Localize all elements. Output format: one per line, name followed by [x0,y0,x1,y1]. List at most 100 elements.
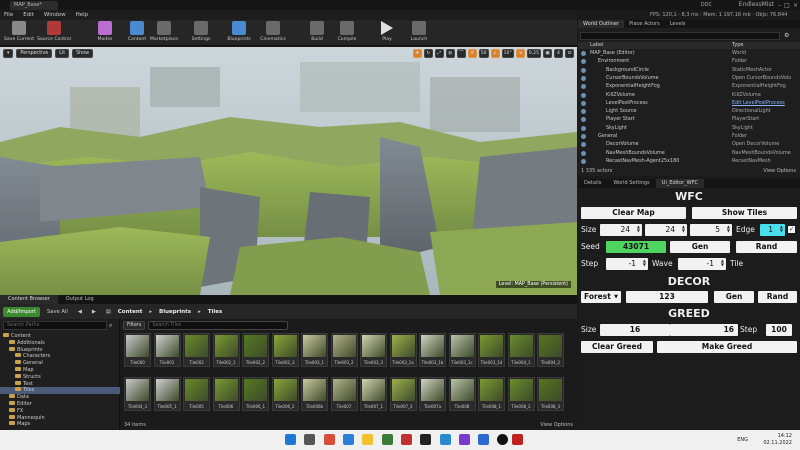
greed-size-x-input[interactable]: 16 [600,324,670,336]
menu-window[interactable]: Window [44,12,66,18]
toolbar-build-button[interactable]: Build [300,21,334,45]
folder-tree-item[interactable]: Blueprints [0,346,120,354]
asset-tile[interactable]: Tile005 [183,377,210,411]
app-icon[interactable] [401,434,412,445]
lit-button[interactable]: Lit [55,49,70,58]
asset-tile[interactable]: Tile006_1 [242,377,269,411]
clear-map-button[interactable]: Clear Map [581,207,686,219]
filters-button[interactable]: Filters [123,321,146,330]
menu-help[interactable]: Help [76,12,89,18]
tab-place-actors[interactable]: Place Actors [624,20,665,28]
scale-snap-icon[interactable]: ⇲ [515,49,525,58]
asset-tile[interactable]: Tile008 [448,377,476,411]
seed-input[interactable]: 43071 [606,241,666,253]
outliner-row[interactable]: ExponentialHeightFog ExponentialHeightFog [578,83,800,90]
asset-tile[interactable]: Tile004_2 [537,333,564,367]
outliner-search-input[interactable] [580,32,780,40]
outliner-view-options-button[interactable]: View Options [763,167,796,176]
maximize-viewport-icon[interactable]: ⊡ [565,49,574,58]
world-local-icon[interactable]: ◍ [445,49,455,58]
chrome-icon[interactable] [324,434,335,445]
decor-seed-input[interactable]: 123 [626,291,708,303]
outliner-row[interactable]: LevelPostProcess Edit LevelPostProcess [578,100,800,107]
visual-studio-icon[interactable] [459,434,470,445]
asset-tile[interactable]: Tile003_1b [419,333,446,367]
rotation-snap-value[interactable]: 10° [501,49,514,58]
toolbar-source-control-button[interactable]: Source Control [37,21,71,45]
asset-tile[interactable]: Tile000 [124,333,151,367]
view-options-button[interactable]: View Options [540,422,573,428]
asset-tile[interactable]: Tile002_3 [271,333,299,367]
unreal-icon[interactable] [497,434,508,445]
visibility-eye-icon[interactable] [581,84,586,90]
visibility-eye-icon[interactable] [581,51,586,56]
rand-button[interactable]: Rand [736,241,797,253]
visibility-eye-icon[interactable] [581,158,586,164]
asset-tile[interactable]: Tile006_2 [271,377,299,411]
folder-tree-item[interactable]: Tiles [0,387,120,394]
asset-tile[interactable]: Tile003_1d [478,333,505,367]
scale-icon[interactable]: ⤢ [434,49,444,58]
viewport-options-button[interactable]: ▾ [3,49,14,58]
tab-content-browser[interactable]: Content Browser [0,295,58,304]
asset-tile[interactable]: Tile003_3 [360,333,387,367]
asset-tile[interactable]: Tile006 [212,377,240,411]
folder-tree-item[interactable]: FX [0,407,120,415]
size-y-input[interactable]: 24 ▲ ▼ [645,224,687,236]
tab-world-outliner[interactable]: World Outliner [578,20,625,28]
visibility-eye-icon[interactable] [581,59,586,65]
toolbar-compile-button[interactable]: Compile [330,21,364,45]
folder-tree-item[interactable]: Editor [0,401,120,408]
tab-world-settings[interactable]: World Settings [607,179,655,188]
asset-tile[interactable]: Tile007_2 [389,377,417,411]
translate-icon[interactable]: ✥ [412,49,422,58]
visibility-eye-icon[interactable] [581,75,586,81]
edge-checkbox[interactable]: ✓ [788,226,795,233]
decor-gen-button[interactable]: Gen [714,291,754,303]
language-indicator[interactable]: ENG [737,437,748,443]
settings-icon[interactable]: ⚙ [784,32,789,39]
terminal-icon[interactable] [420,434,431,445]
visibility-eye-icon[interactable] [581,109,586,115]
menu-edit[interactable]: Edit [23,12,34,18]
label-column-header[interactable]: Label [590,42,604,48]
asset-tile[interactable]: Tile003_1a [389,333,417,367]
type-column-header[interactable]: Type [732,42,743,48]
asset-tile[interactable]: Tile001 [153,333,181,367]
folder-tree-item[interactable]: Structs [0,373,120,381]
folder-tree-item[interactable]: Additionals [0,339,120,347]
show-tiles-button[interactable]: Show Tiles [692,207,797,219]
tab-levels[interactable]: Levels [665,20,691,28]
tab-ui-editor-wfc[interactable]: Ui_Editor_WFC [655,179,704,188]
system-clock[interactable]: 14:12 02.11.2022 [763,433,792,446]
breadcrumb-blueprints[interactable]: Blueprints [159,309,191,315]
breadcrumb-content[interactable]: Content [118,309,143,315]
asset-tile[interactable]: Tile008_1 [478,377,505,411]
outliner-row[interactable]: CursorBoundsVolume Open CursorBoundsVolu [578,75,800,82]
outliner-row[interactable]: MAP_Base (Editor) World [578,50,800,57]
asset-tile[interactable]: Tile002_1 [212,333,240,367]
folder-tree-item[interactable]: Characters [0,353,120,360]
toolbar-marketplace-button[interactable]: Marketplace [147,21,181,45]
visibility-eye-icon[interactable] [581,142,586,148]
rotation-snap-icon[interactable]: ∠ [490,49,500,58]
outliner-row[interactable]: NavMeshBoundsVolume NavMeshBoundsVolume [578,150,800,157]
surface-snap-icon[interactable]: ⌒ [456,49,466,58]
search-tiles-input[interactable]: Search Tiles [148,321,289,330]
toolbar-modes-button[interactable]: Modes [88,21,122,45]
folder-tree-item[interactable]: Data [0,394,120,401]
greed-size-y-input[interactable]: 16 [670,324,738,336]
asset-tile[interactable]: Tile004_1 [507,333,535,367]
save-all-button[interactable]: Save All [44,307,71,317]
app-icon[interactable] [382,434,393,445]
camera-speed-value[interactable]: 4 [554,49,563,58]
make-greed-button[interactable]: Make Greed [657,341,797,353]
asset-tile[interactable]: Tile003_1 [301,333,328,367]
visibility-eye-icon[interactable] [581,117,586,123]
gen-button[interactable]: Gen [670,241,730,253]
outliner-row[interactable]: RecastNavMesh-Agent25x180 RecastNavMesh [578,158,800,165]
step-input[interactable]: -1 ▲ ▼ [606,258,648,270]
history-forward-icon[interactable]: ▶ [89,307,99,317]
toolbar-settings-button[interactable]: Settings [184,21,218,45]
visibility-eye-icon[interactable] [581,134,586,139]
